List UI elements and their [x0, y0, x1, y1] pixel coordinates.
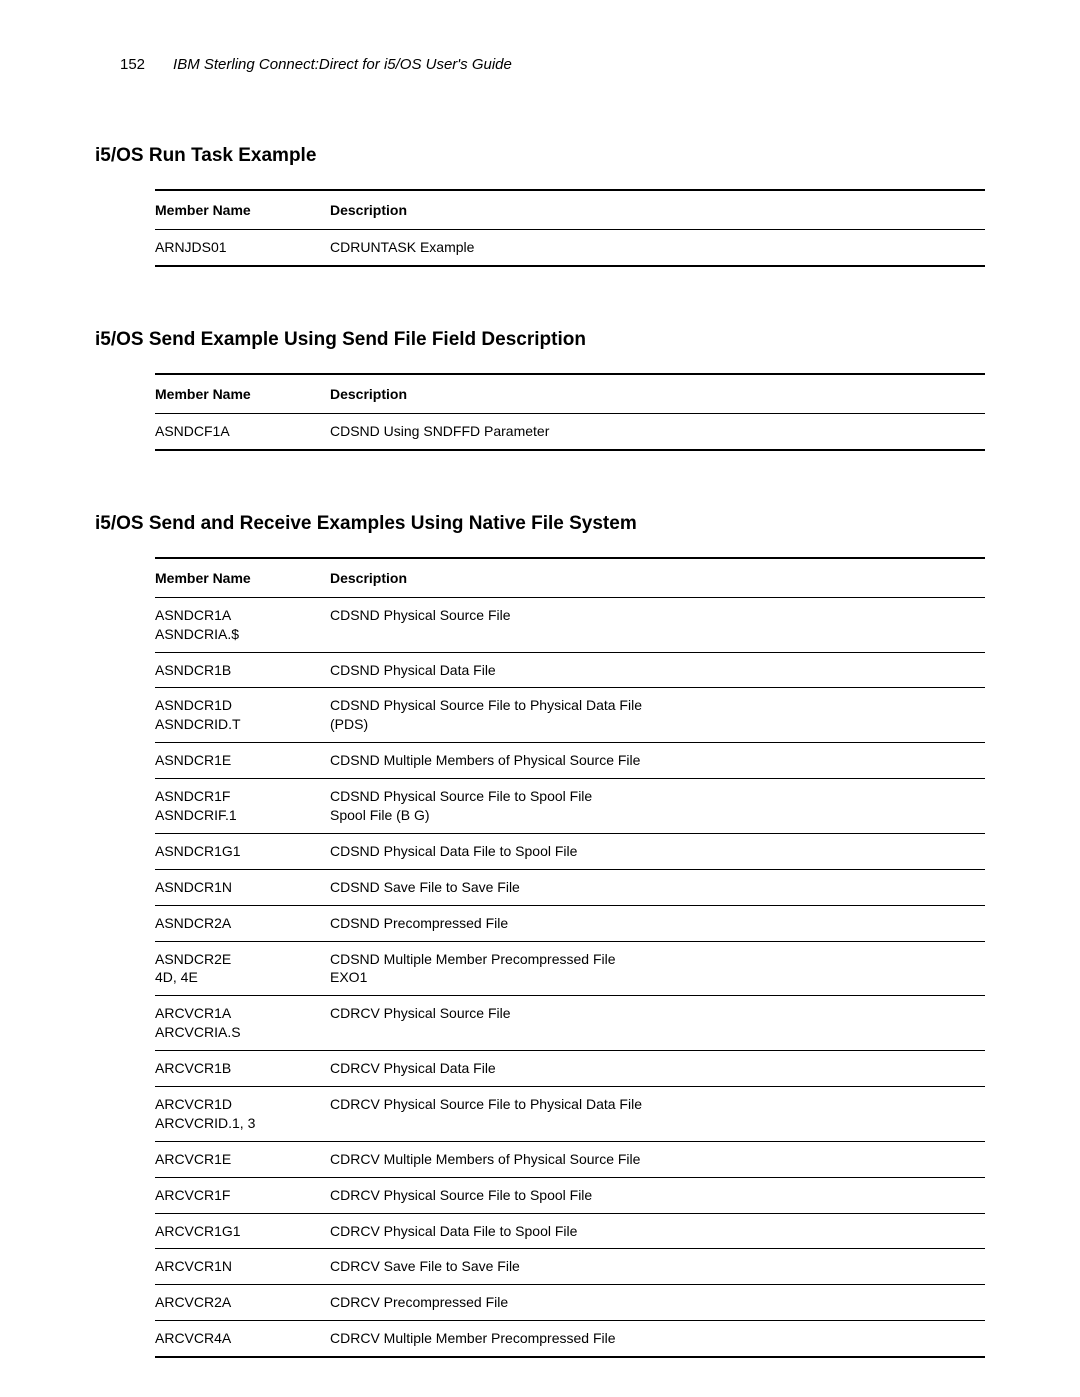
cell-member: ASNDCR1B	[155, 652, 330, 688]
table-row: ASNDCR1ECDSND Multiple Members of Physic…	[155, 743, 985, 779]
section-heading-sendffd: i5/OS Send Example Using Send File Field…	[95, 329, 985, 351]
cell-member: ASNDCR2E 4D, 4E	[155, 941, 330, 996]
cell-member: ASNDCR1F ASNDCRIF.1	[155, 779, 330, 834]
cell-member: ASNDCF1A	[155, 413, 330, 449]
cell-member: ARCVCR1N	[155, 1249, 330, 1285]
cell-member: ARNJDS01	[155, 230, 330, 266]
table-sendffd: Member Name Description ASNDCF1ACDSND Us…	[155, 373, 985, 451]
table-row: ASNDCR1BCDSND Physical Data File	[155, 652, 985, 688]
cell-desc: CDRCV Physical Data File	[330, 1051, 985, 1087]
table-row: ARCVCR2ACDRCV Precompressed File	[155, 1285, 985, 1321]
table-row: ARCVCR1G1CDRCV Physical Data File to Spo…	[155, 1213, 985, 1249]
cell-desc: CDRCV Physical Data File to Spool File	[330, 1213, 985, 1249]
cell-desc: CDSND Multiple Members of Physical Sourc…	[330, 743, 985, 779]
cell-desc: CDSND Physical Data File to Spool File	[330, 833, 985, 869]
col-header-member: Member Name	[155, 190, 330, 230]
cell-desc: CDRCV Precompressed File	[330, 1285, 985, 1321]
col-header-member: Member Name	[155, 558, 330, 598]
cell-member: ASNDCR1D ASNDCRID.T	[155, 688, 330, 743]
cell-desc: CDRCV Multiple Member Precompressed File	[330, 1321, 985, 1357]
doc-title: IBM Sterling Connect:Direct for i5/OS Us…	[173, 56, 512, 73]
table-row: ASNDCF1ACDSND Using SNDFFD Parameter	[155, 413, 985, 449]
cell-member: ARCVCR1D ARCVCRID.1, 3	[155, 1087, 330, 1142]
cell-member: ARCVCR1A ARCVCRIA.S	[155, 996, 330, 1051]
table-row: ARCVCR1FCDRCV Physical Source File to Sp…	[155, 1177, 985, 1213]
table-row: ASNDCR2ACDSND Precompressed File	[155, 905, 985, 941]
table-row: ASNDCR1A ASNDCRIA.$CDSND Physical Source…	[155, 597, 985, 652]
cell-member: ARCVCR2A	[155, 1285, 330, 1321]
table-native: Member Name Description ASNDCR1A ASNDCRI…	[155, 557, 985, 1358]
table-body-runtask: ARNJDS01CDRUNTASK Example	[155, 230, 985, 266]
col-header-member: Member Name	[155, 374, 330, 414]
cell-member: ASNDCR1E	[155, 743, 330, 779]
cell-desc: CDRCV Physical Source File	[330, 996, 985, 1051]
cell-member: ARCVCR1F	[155, 1177, 330, 1213]
cell-member: ASNDCR1A ASNDCRIA.$	[155, 597, 330, 652]
cell-member: ARCVCR1B	[155, 1051, 330, 1087]
table-row: ARCVCR4ACDRCV Multiple Member Precompres…	[155, 1321, 985, 1357]
cell-desc: CDSND Physical Source File to Spool File…	[330, 779, 985, 834]
table-row: ASNDCR1NCDSND Save File to Save File	[155, 869, 985, 905]
cell-member: ASNDCR1N	[155, 869, 330, 905]
cell-desc: CDSND Physical Data File	[330, 652, 985, 688]
page-header: 152 IBM Sterling Connect:Direct for i5/O…	[95, 56, 985, 73]
cell-desc: CDSND Using SNDFFD Parameter	[330, 413, 985, 449]
table-body-sendffd: ASNDCF1ACDSND Using SNDFFD Parameter	[155, 413, 985, 449]
cell-desc: CDSND Multiple Member Precompressed File…	[330, 941, 985, 996]
table-row: ARCVCR1D ARCVCRID.1, 3CDRCV Physical Sou…	[155, 1087, 985, 1142]
cell-member: ARCVCR1E	[155, 1141, 330, 1177]
col-header-desc: Description	[330, 374, 985, 414]
col-header-desc: Description	[330, 190, 985, 230]
table-runtask: Member Name Description ARNJDS01CDRUNTAS…	[155, 189, 985, 267]
table-row: ARCVCR1NCDRCV Save File to Save File	[155, 1249, 985, 1285]
cell-desc: CDRCV Physical Source File to Physical D…	[330, 1087, 985, 1142]
table-body-native: ASNDCR1A ASNDCRIA.$CDSND Physical Source…	[155, 597, 985, 1357]
cell-member: ARCVCR1G1	[155, 1213, 330, 1249]
table-row: ASNDCR1G1CDSND Physical Data File to Spo…	[155, 833, 985, 869]
table-row: ASNDCR2E 4D, 4ECDSND Multiple Member Pre…	[155, 941, 985, 996]
table-row: ARCVCR1BCDRCV Physical Data File	[155, 1051, 985, 1087]
cell-desc: CDRCV Physical Source File to Spool File	[330, 1177, 985, 1213]
table-row: ASNDCR1F ASNDCRIF.1CDSND Physical Source…	[155, 779, 985, 834]
cell-desc: CDSND Physical Source File to Physical D…	[330, 688, 985, 743]
cell-desc: CDRCV Multiple Members of Physical Sourc…	[330, 1141, 985, 1177]
table-row: ASNDCR1D ASNDCRID.TCDSND Physical Source…	[155, 688, 985, 743]
table-row: ARNJDS01CDRUNTASK Example	[155, 230, 985, 266]
cell-desc: CDSND Physical Source File	[330, 597, 985, 652]
table-row: ARCVCR1A ARCVCRIA.SCDRCV Physical Source…	[155, 996, 985, 1051]
cell-member: ASNDCR1G1	[155, 833, 330, 869]
cell-desc: CDRCV Save File to Save File	[330, 1249, 985, 1285]
table-row: ARCVCR1ECDRCV Multiple Members of Physic…	[155, 1141, 985, 1177]
cell-member: ASNDCR2A	[155, 905, 330, 941]
col-header-desc: Description	[330, 558, 985, 598]
section-heading-native: i5/OS Send and Receive Examples Using Na…	[95, 513, 985, 535]
cell-desc: CDSND Precompressed File	[330, 905, 985, 941]
page-number: 152	[120, 56, 145, 73]
cell-desc: CDRUNTASK Example	[330, 230, 985, 266]
section-heading-runtask: i5/OS Run Task Example	[95, 145, 985, 167]
cell-desc: CDSND Save File to Save File	[330, 869, 985, 905]
cell-member: ARCVCR4A	[155, 1321, 330, 1357]
